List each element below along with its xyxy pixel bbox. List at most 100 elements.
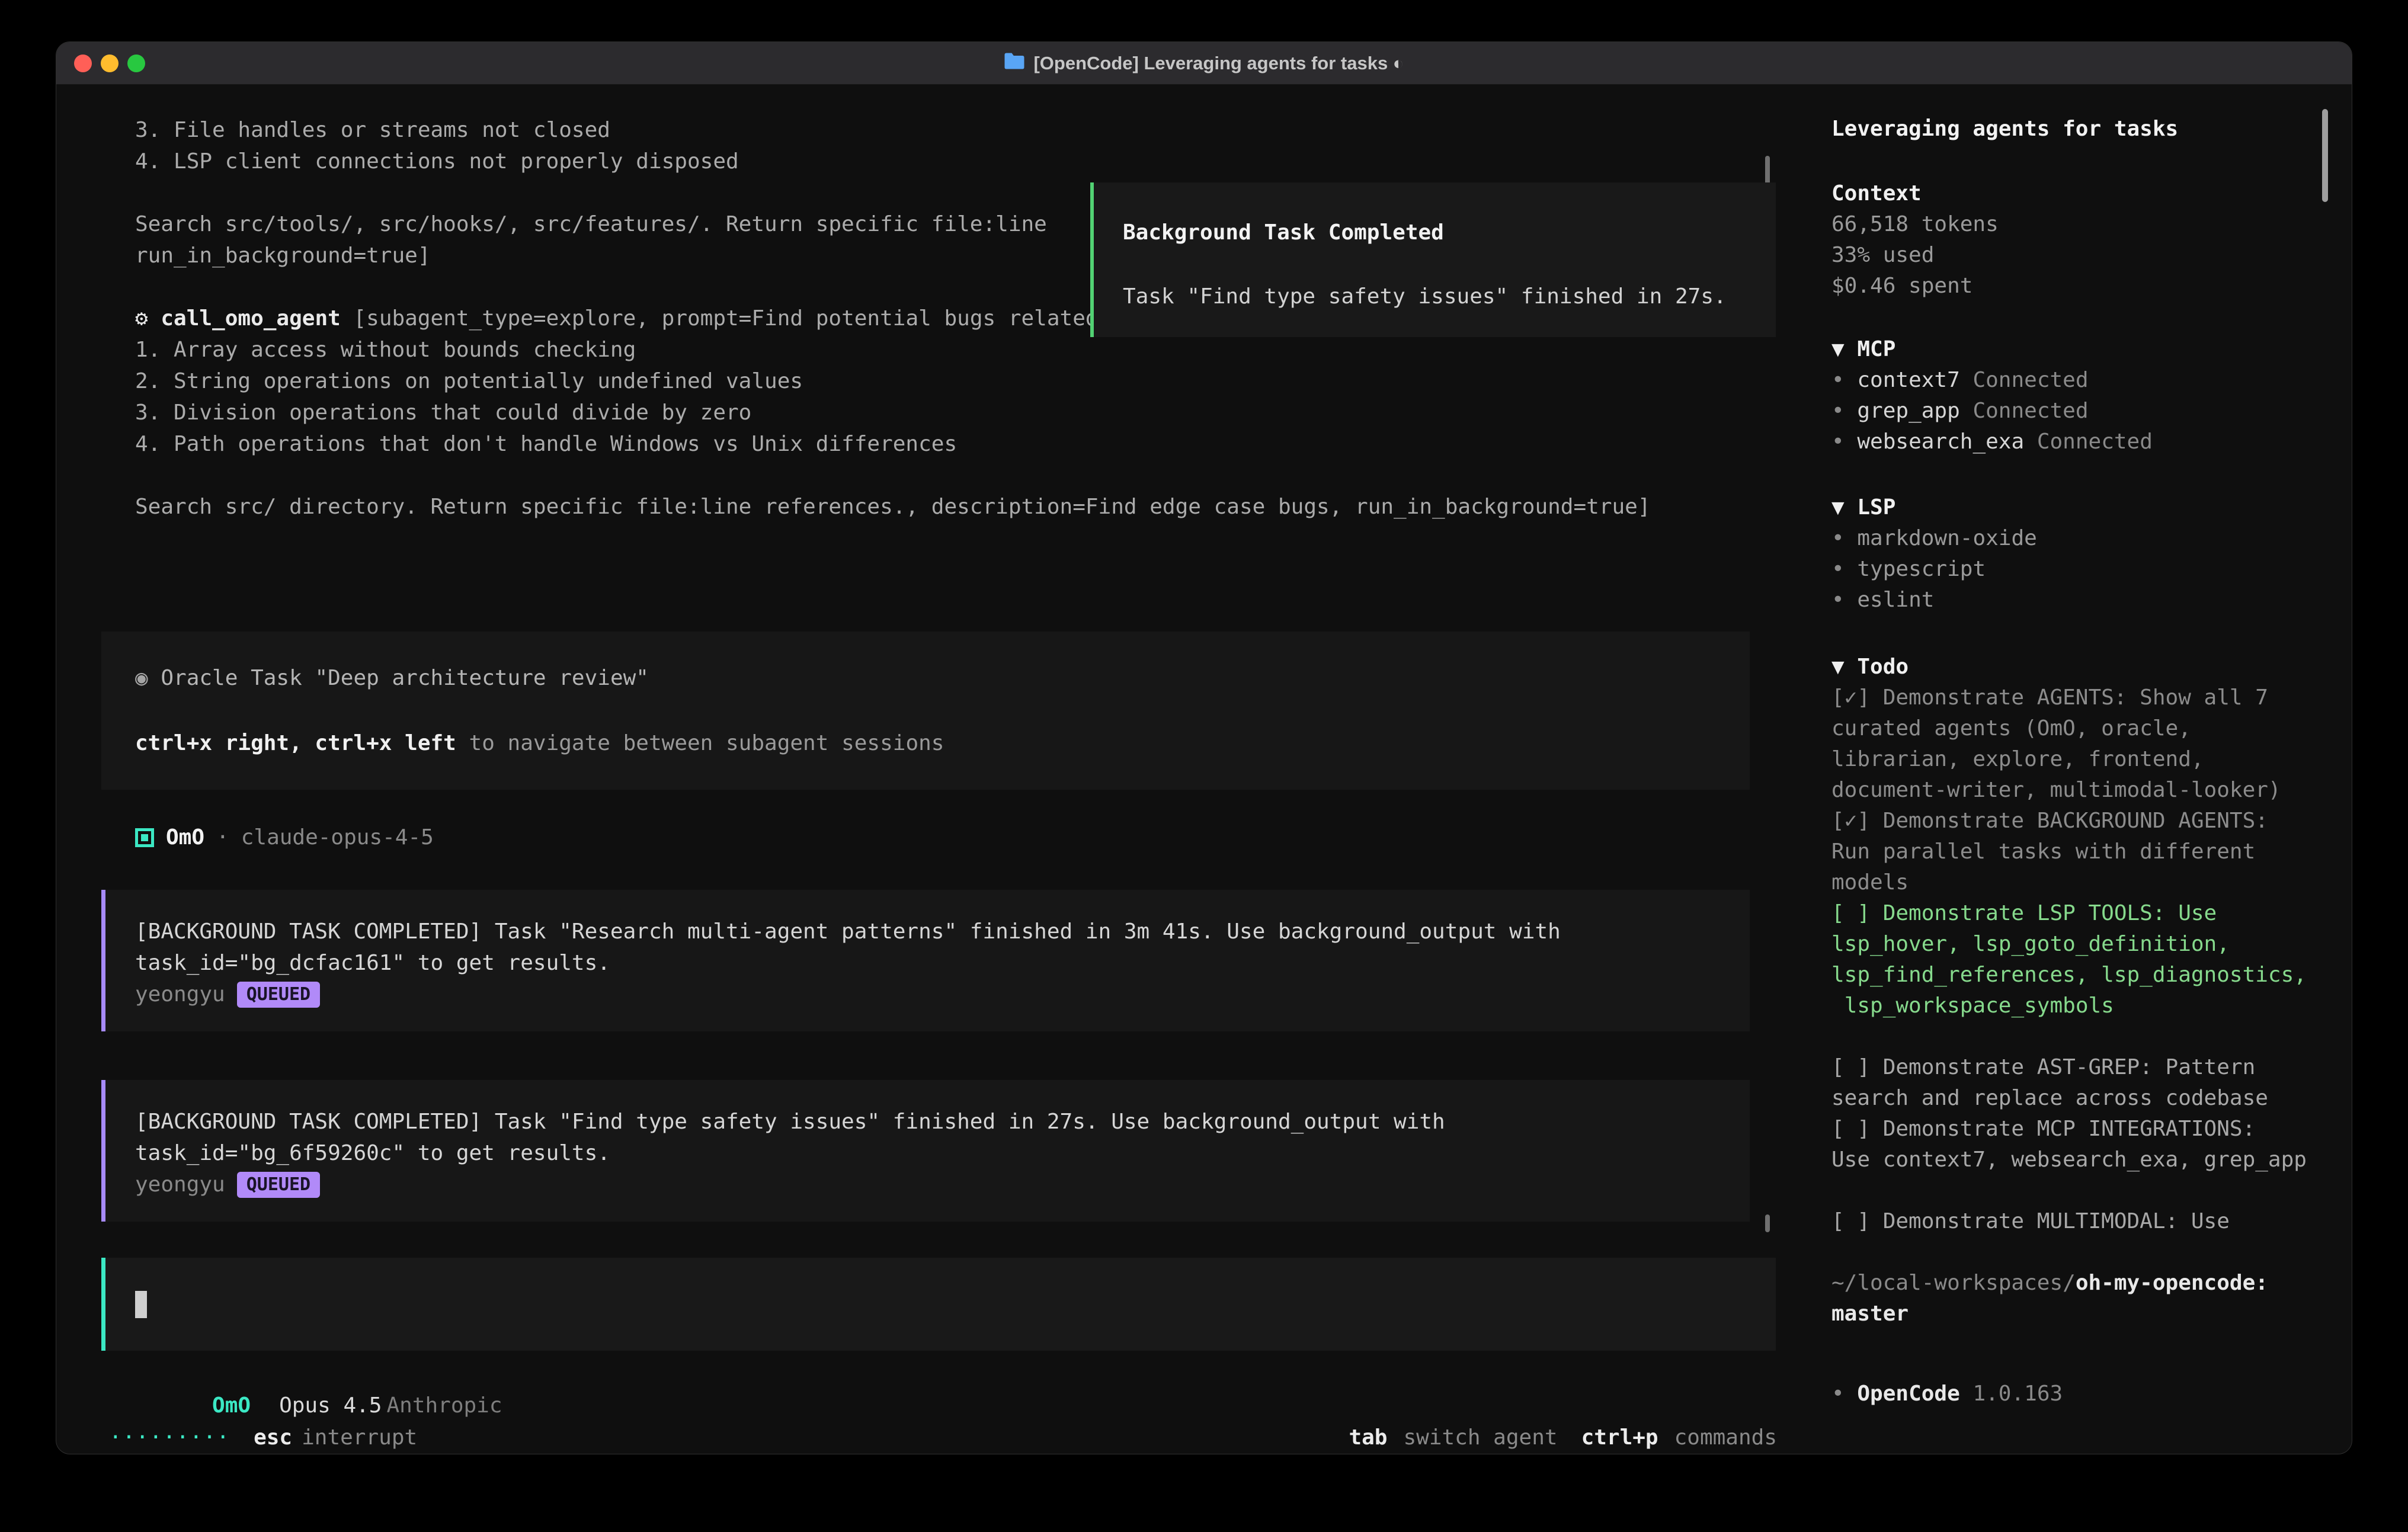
agent-model: claude-opus-4-5 — [241, 822, 434, 853]
traffic-lights — [74, 42, 145, 85]
workspace-dir: ~/local-workspaces/ — [1831, 1271, 2076, 1295]
oracle-nav-hint: ctrl+x right, ctrl+x left to navigate be… — [135, 727, 1750, 759]
todo-item-done: [✓] Demonstrate AGENTS: Show all 7 curat… — [1831, 682, 2314, 806]
oracle-task-line: ◉ Oracle Task "Deep architecture review" — [135, 662, 1750, 694]
status-badge: QUEUED — [237, 982, 320, 1008]
lsp-name: typescript — [1857, 557, 1986, 581]
notification-toast: Background Task Completed Task "Find typ… — [1090, 182, 1776, 337]
context-tokens: 66,518 tokens — [1831, 209, 2314, 240]
username: yeongyu — [135, 1169, 225, 1200]
fisheye-icon: ◉ — [135, 666, 161, 690]
app-name: OpenCode — [1857, 1382, 1959, 1406]
todo-item-pending: [ ] Demonstrate AST-GREP: Pattern search… — [1831, 1052, 2314, 1114]
context-used: 33% used — [1831, 240, 2314, 271]
tab-key-label: switch agent — [1403, 1425, 1557, 1450]
message-line: task_id="bg_6f59260c" to get results. — [135, 1137, 1750, 1169]
workspace-repo: oh-my-opencode: — [2076, 1271, 2268, 1295]
opencode-window: [OpenCode] Leveraging agents for tasks ◐… — [56, 41, 2352, 1454]
session-sidebar: Leveraging agents for tasks Context 66,5… — [1807, 85, 2352, 1454]
status-right: tab switch agent ctrl+p commands — [1349, 1422, 1777, 1453]
tool-output-line: 4. LSP client connections not properly d… — [135, 146, 1715, 177]
status-badge: QUEUED — [237, 1172, 320, 1198]
lsp-name: markdown-oxide — [1857, 526, 2036, 550]
prompt-input[interactable] — [101, 1258, 1776, 1351]
message-line: task_id="bg_dcfac161" to get results. — [135, 947, 1750, 979]
todo-item-pending: [ ] Demonstrate MCP INTEGRATIONS: Use co… — [1831, 1114, 2314, 1175]
bullet-icon: • — [1831, 399, 1845, 423]
oracle-task-label: Oracle Task "Deep architecture review" — [161, 666, 649, 690]
git-branch: master — [1831, 1299, 2314, 1329]
context-spent: $0.46 spent — [1831, 271, 2314, 302]
spacer — [1123, 248, 1776, 281]
sidebar-scrollbar-thumb[interactable] — [2322, 109, 2328, 202]
scrollbar-thumb[interactable] — [1765, 1214, 1770, 1232]
status-left: ·········escinterrupt — [109, 1422, 417, 1453]
folder-icon — [1004, 52, 1025, 75]
separator-dot: · — [216, 822, 229, 853]
lsp-item: • eslint — [1831, 585, 2314, 616]
todo-item-active: [ ] Demonstrate LSP TOOLS: Use lsp_hover… — [1831, 898, 2314, 1021]
tab-key-hint: tab — [1349, 1425, 1387, 1450]
lsp-item: • markdown-oxide — [1831, 523, 2314, 554]
agent-name: OmO — [166, 822, 204, 853]
mcp-status: Connected — [1972, 368, 2088, 392]
todo-section-header[interactable]: ▼ Todo — [1831, 652, 2314, 682]
oracle-task-panel: ◉ Oracle Task "Deep architecture review"… — [101, 632, 1750, 790]
mcp-section-header[interactable]: ▼ MCP — [1831, 334, 2314, 365]
window-title: [OpenCode] Leveraging agents for tasks ◐ — [1033, 53, 1404, 74]
mcp-name: grep_app — [1857, 399, 1959, 423]
active-model: Opus 4.5 — [279, 1393, 382, 1418]
zoom-button[interactable] — [127, 55, 145, 72]
keybinding: ctrl+x right, ctrl+x left — [135, 731, 456, 755]
background-task-message: [BACKGROUND TASK COMPLETED] Task "Find t… — [101, 1080, 1750, 1222]
app-version-row: • OpenCode 1.0.163 — [1831, 1379, 2314, 1409]
window-title-group: [OpenCode] Leveraging agents for tasks ◐ — [1004, 52, 1404, 75]
chat-area: 3. File handles or streams not closed 4.… — [56, 85, 1807, 1454]
tool-output-line: 1. Array access without bounds checking — [135, 334, 1715, 366]
agent-icon — [135, 828, 154, 847]
message-line: [BACKGROUND TASK COMPLETED] Task "Resear… — [135, 916, 1750, 947]
close-button[interactable] — [74, 55, 92, 72]
todo-item-done: [✓] Demonstrate BACKGROUND AGENTS: Run p… — [1831, 806, 2314, 898]
text-cursor — [135, 1291, 147, 1318]
bullet-icon: • — [1831, 368, 1845, 392]
hint-text: to navigate between subagent sessions — [456, 731, 944, 755]
tool-call-name: call_omo_agent — [161, 306, 340, 331]
minimize-button[interactable] — [101, 55, 119, 72]
model-provider: Anthropic — [386, 1393, 502, 1418]
mcp-status: Connected — [2037, 430, 2153, 454]
lsp-name: eslint — [1857, 588, 1934, 612]
ctrlp-key-hint: ctrl+p — [1581, 1425, 1658, 1450]
tool-output-line: 3. File handles or streams not closed — [135, 114, 1715, 146]
agent-header: OmO · claude-opus-4-5 — [135, 822, 434, 853]
ctrlp-key-label: commands — [1674, 1425, 1777, 1450]
background-task-message: [BACKGROUND TASK COMPLETED] Task "Resear… — [101, 890, 1750, 1031]
app-version: 1.0.163 — [1972, 1382, 2063, 1406]
tool-output-line: 2. String operations on potentially unde… — [135, 366, 1715, 397]
bullet-icon: • — [1831, 430, 1845, 454]
esc-key-label: interrupt — [302, 1425, 417, 1450]
mcp-name: websearch_exa — [1857, 430, 2024, 454]
bullet-icon: • — [1831, 526, 1845, 550]
workspace-path: ~/local-workspaces/oh-my-opencode: — [1831, 1268, 2314, 1299]
model-info: OmOOpus 4.5Anthropic — [135, 1358, 502, 1390]
mcp-status: Connected — [1972, 399, 2088, 423]
message-meta: yeongyu QUEUED — [135, 1169, 1750, 1200]
notification-title: Background Task Completed — [1123, 217, 1776, 248]
blank-line — [135, 460, 1715, 491]
gear-icon: ⚙ — [135, 306, 161, 331]
mcp-item: • grep_app Connected — [1831, 396, 2314, 427]
context-header: Context — [1831, 178, 2314, 209]
session-title: Leveraging agents for tasks — [1831, 114, 2314, 145]
titlebar[interactable]: [OpenCode] Leveraging agents for tasks ◐ — [56, 42, 2352, 85]
spinner-dots: ········· — [109, 1425, 230, 1450]
bullet-icon: • — [1831, 588, 1845, 612]
lsp-section-header[interactable]: ▼ LSP — [1831, 492, 2314, 523]
tool-output-line: Search src/ directory. Return specific f… — [135, 491, 1715, 523]
spacer — [135, 694, 1750, 727]
notification-body: Task "Find type safety issues" finished … — [1123, 281, 1776, 312]
tool-output-line: 4. Path operations that don't handle Win… — [135, 428, 1715, 460]
bullet-icon: • — [1831, 557, 1845, 581]
status-bar: ·········escinterrupt tab switch agent ctr… — [109, 1422, 1777, 1453]
bullet-icon: • — [1831, 1382, 1845, 1406]
